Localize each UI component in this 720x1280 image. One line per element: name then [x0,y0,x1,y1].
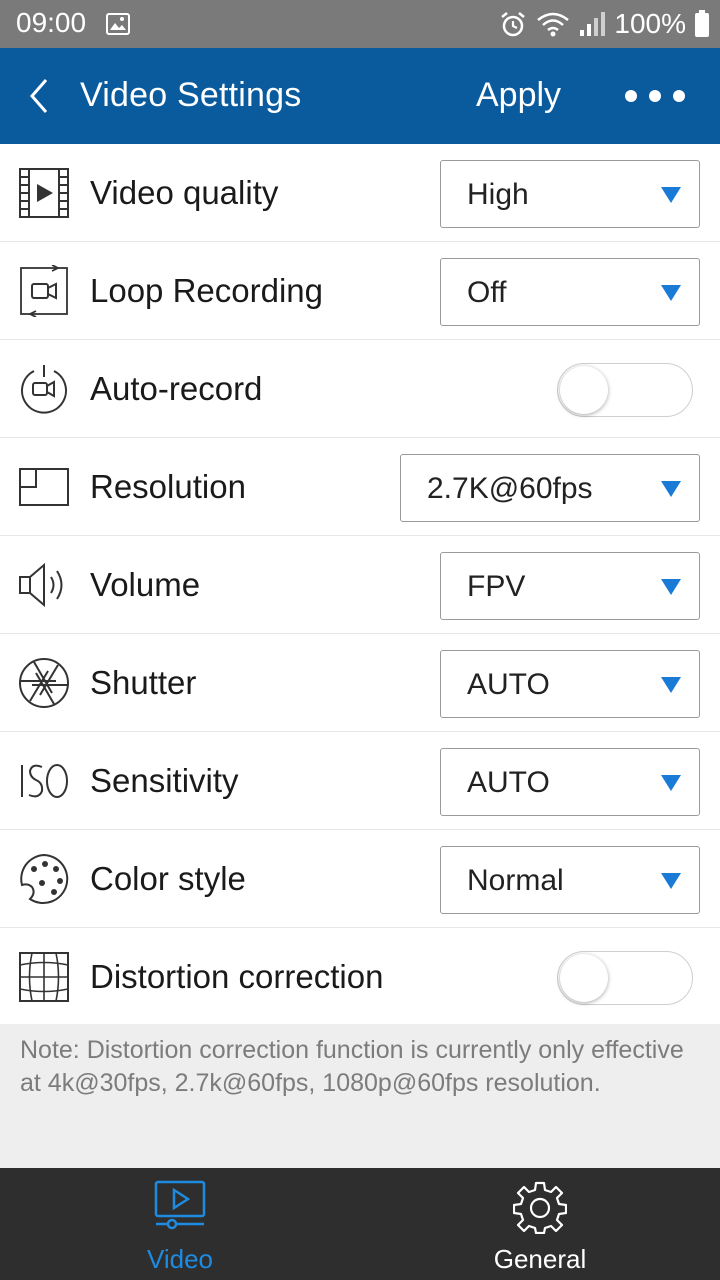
video-quality-dropdown[interactable]: High [440,160,700,228]
apply-button[interactable]: Apply [476,76,561,115]
page-title: Video Settings [80,76,302,114]
volume-dropdown[interactable]: FPV [440,552,700,620]
toggle-knob [560,366,608,414]
aperture-icon [19,658,69,708]
setting-row-distortion-correction: Distortion correction [0,928,720,1026]
setting-row-shutter: Shutter AUTO [0,634,720,732]
video-tab-icon [154,1180,206,1230]
setting-label: Distortion correction [90,958,384,995]
distortion-correction-toggle[interactable] [557,951,693,1005]
status-icons: 100% [498,6,710,42]
auto-record-icon [21,365,67,414]
auto-record-toggle[interactable] [557,363,693,417]
tab-label: General [493,1244,587,1274]
gear-icon [513,1181,567,1234]
dropdown-value: Off [467,276,507,309]
dropdown-value: High [467,178,529,211]
distortion-note: Note: Distortion correction function is … [0,1024,720,1168]
shutter-dropdown[interactable]: AUTO [440,650,700,718]
battery-icon [695,10,709,37]
tab-label: Video [146,1244,214,1274]
dropdown-arrow-icon [661,775,681,791]
setting-row-video-quality: Video quality High [0,144,720,242]
speaker-icon [19,562,63,608]
setting-label: Resolution [90,468,246,505]
dropdown-arrow-icon [661,187,681,203]
distortion-grid-icon [19,952,69,1002]
tab-general[interactable]: General [360,1168,720,1280]
setting-label: Sensitivity [90,762,239,799]
loop-recording-dropdown[interactable]: Off [440,258,700,326]
setting-row-color-style: Color style Normal [0,830,720,928]
status-time: 09:00 [16,7,87,38]
dropdown-arrow-icon [661,285,681,301]
setting-label: Loop Recording [90,272,323,309]
setting-label: Color style [90,860,246,897]
app-header: Video Settings Apply [0,48,720,144]
setting-label: Shutter [90,664,197,701]
more-options-icon[interactable] [625,80,685,112]
battery-percent: 100% [614,8,686,39]
signal-icon [580,12,606,36]
bottom-nav: Video General [0,1168,720,1280]
setting-row-sensitivity: Sensitivity AUTO [0,732,720,830]
setting-row-loop-recording: Loop Recording Off [0,242,720,340]
dropdown-value: 2.7K@60fps [427,472,593,505]
dropdown-arrow-icon [661,677,681,693]
alarm-icon [501,12,526,37]
resolution-dropdown[interactable]: 2.7K@60fps [400,454,700,522]
back-icon[interactable] [24,74,54,118]
dropdown-arrow-icon [661,579,681,595]
gallery-icon [106,13,130,35]
tab-video[interactable]: Video [0,1168,360,1280]
setting-label: Auto-record [90,370,263,407]
setting-row-auto-record: Auto-record [0,340,720,438]
setting-row-volume: Volume FPV [0,536,720,634]
setting-label: Video quality [90,174,279,211]
resolution-icon [19,468,69,506]
setting-row-resolution: Resolution 2.7K@60fps [0,438,720,536]
dropdown-arrow-icon [661,481,681,497]
dropdown-value: Normal [467,864,564,897]
dropdown-value: AUTO [467,668,550,701]
sensitivity-dropdown[interactable]: AUTO [440,748,700,816]
film-icon [19,168,69,218]
dropdown-arrow-icon [661,873,681,889]
color-style-dropdown[interactable]: Normal [440,846,700,914]
iso-icon [21,764,68,798]
palette-icon [20,853,69,904]
wifi-icon [537,12,570,37]
status-bar: 09:00 100% [0,0,720,48]
toggle-knob [560,954,608,1002]
setting-label: Volume [90,566,201,603]
dropdown-value: FPV [467,570,526,603]
loop-recording-icon [20,265,68,317]
dropdown-value: AUTO [467,766,550,799]
